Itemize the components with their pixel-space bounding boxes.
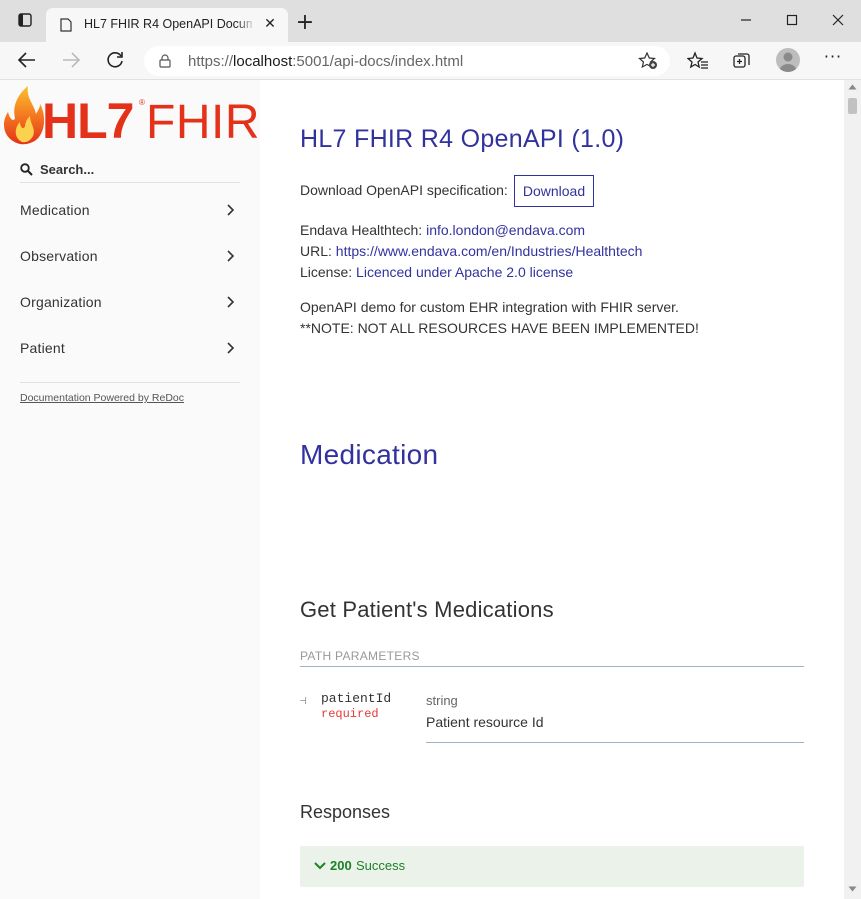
- favorites-icon[interactable]: [686, 50, 709, 72]
- refresh-icon[interactable]: [104, 49, 130, 73]
- description-note: **NOTE: NOT ALL RESOURCES HAVE BEEN IMPL…: [300, 320, 699, 336]
- profile-avatar[interactable]: [776, 48, 800, 72]
- download-label: Download OpenAPI specification:: [300, 182, 508, 198]
- param-required-badge: required: [321, 707, 379, 721]
- param-branch-icon: ⊣: [300, 694, 307, 707]
- tab-close-icon[interactable]: ✕: [262, 15, 278, 33]
- chevron-right-icon: [227, 296, 235, 308]
- homepage-link[interactable]: https://www.endava.com/en/Industries/Hea…: [336, 243, 643, 259]
- description-line: OpenAPI demo for custom EHR integration …: [300, 299, 679, 315]
- contact-email-link[interactable]: info.london@endava.com: [426, 222, 585, 238]
- chevron-down-icon: [314, 862, 326, 870]
- svg-text:®: ®: [139, 98, 145, 107]
- hl7-fhir-logo[interactable]: HL7 ® FHIR: [0, 82, 259, 149]
- sidebar-divider: [20, 382, 240, 383]
- sidebar-item-observation[interactable]: Observation: [0, 233, 260, 279]
- section-title: Medication: [300, 439, 439, 470]
- sidebar: HL7 ® FHIR Medication Observation Organi…: [0, 80, 260, 899]
- sidebar-item-label: Observation: [20, 248, 98, 264]
- search-icon: [20, 163, 33, 176]
- tab-actions-icon[interactable]: [14, 9, 36, 31]
- responses-heading: Responses: [300, 802, 391, 822]
- maximize-icon[interactable]: [781, 9, 803, 31]
- tab-title: HL7 FHIR R4 OpenAPI Documentation: [84, 17, 252, 31]
- search-input[interactable]: [40, 159, 236, 179]
- api-content: HL7 FHIR R4 OpenAPI (1.0) Download OpenA…: [260, 80, 844, 899]
- sidebar-item-patient[interactable]: Patient: [0, 325, 260, 371]
- page-scrollbar[interactable]: [844, 80, 861, 899]
- scrollbar-thumb[interactable]: [848, 98, 857, 114]
- param-type: string: [426, 693, 458, 708]
- chevron-right-icon: [227, 250, 235, 262]
- sidebar-item-medication[interactable]: Medication: [0, 187, 260, 233]
- license-line: License: Licenced under Apache 2.0 licen…: [300, 264, 573, 280]
- param-name: patientId: [321, 691, 392, 706]
- back-icon[interactable]: [16, 49, 42, 73]
- new-tab-icon[interactable]: +: [294, 12, 316, 34]
- sidebar-item-label: Medication: [20, 202, 90, 218]
- close-window-icon[interactable]: [827, 9, 849, 31]
- browser-toolbar: https://localhost:5001/api-docs/index.ht…: [0, 42, 861, 80]
- sidebar-item-label: Patient: [20, 340, 65, 356]
- param-description: Patient resource Id: [426, 714, 544, 730]
- add-favorite-icon[interactable]: [638, 52, 658, 70]
- response-code: 200: [330, 858, 352, 873]
- chevron-right-icon: [227, 204, 235, 216]
- forward-icon[interactable]: [60, 49, 86, 73]
- url-label: URL:: [300, 243, 332, 259]
- sidebar-item-organization[interactable]: Organization: [0, 279, 260, 325]
- page-title: HL7 FHIR R4 OpenAPI (1.0): [300, 125, 625, 153]
- svg-text:HL7: HL7: [42, 93, 133, 146]
- page-favicon-icon: [60, 18, 72, 32]
- more-options-icon[interactable]: ···: [822, 47, 844, 71]
- contact-line: Endava Healthtech: info.london@endava.co…: [300, 222, 585, 238]
- license-label: License:: [300, 264, 353, 280]
- chevron-right-icon: [227, 342, 235, 354]
- browser-titlebar: HL7 FHIR R4 OpenAPI Documentation ✕ +: [0, 0, 861, 42]
- path-parameters-heading: PATH PARAMETERS: [300, 649, 804, 667]
- operation-title: Get Patient's Medications: [300, 597, 554, 622]
- scroll-up-icon[interactable]: [848, 84, 857, 90]
- search-box: [20, 155, 240, 183]
- sidebar-item-label: Organization: [20, 294, 102, 310]
- lock-icon[interactable]: [158, 54, 172, 68]
- scroll-down-icon[interactable]: [848, 886, 857, 892]
- address-bar[interactable]: https://localhost:5001/api-docs/index.ht…: [144, 46, 670, 76]
- minimize-icon[interactable]: [735, 9, 757, 31]
- param-detail: string Patient resource Id: [426, 680, 804, 743]
- url-line: URL: https://www.endava.com/en/Industrie…: [300, 243, 642, 259]
- response-description: Success: [356, 858, 406, 873]
- response-200-toggle[interactable]: 200 Success: [300, 846, 804, 887]
- license-link[interactable]: Licenced under Apache 2.0 license: [356, 264, 573, 280]
- browser-tab[interactable]: HL7 FHIR R4 OpenAPI Documentation ✕: [46, 8, 288, 42]
- address-url[interactable]: https://localhost:5001/api-docs/index.ht…: [188, 53, 463, 70]
- redoc-powered-link[interactable]: Documentation Powered by ReDoc: [20, 392, 184, 404]
- svg-text:FHIR: FHIR: [146, 96, 258, 146]
- collections-icon[interactable]: [731, 50, 753, 72]
- contact-label: Endava Healthtech:: [300, 222, 423, 238]
- download-button[interactable]: Download: [514, 175, 594, 207]
